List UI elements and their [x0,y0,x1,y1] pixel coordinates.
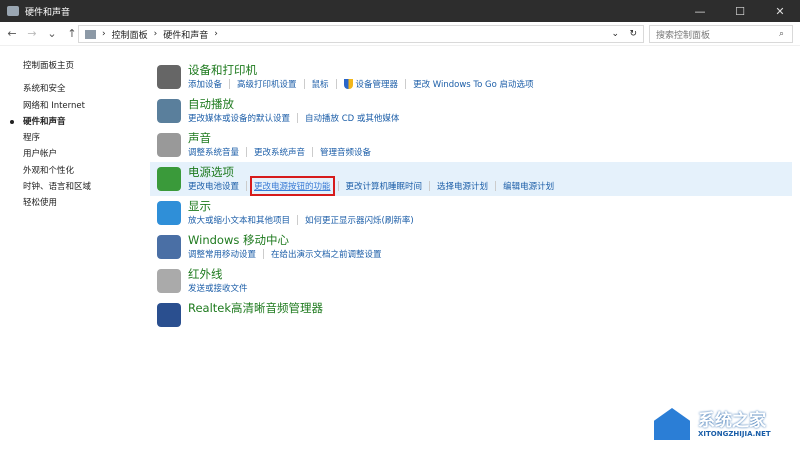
category-title[interactable]: 红外线 [188,266,223,282]
task-link[interactable]: 调整系统音量 [188,146,239,158]
category-monitor: 显示 放大或缩小文本和其他项目 如何更正显示器闪烁(刷新率) [150,196,792,230]
task-link[interactable]: 高级打印机设置 [237,78,297,90]
link-separator [246,147,248,157]
breadcrumb-separator: › [153,29,158,39]
close-button[interactable]: ✕ [760,0,800,22]
breadcrumb-control-panel[interactable]: 控制面板 [112,28,148,41]
address-bar[interactable]: › 控制面板 › 硬件和声音 › ⌄ ↻ [78,25,644,43]
link-separator [229,79,231,89]
task-link[interactable]: 更改计算机睡眠时间 [346,180,423,192]
task-link[interactable]: 放大或缩小文本和其他项目 [188,214,290,226]
sidebar-item-programs[interactable]: 程序 [23,130,91,146]
link-separator [263,249,265,259]
breadcrumb-separator[interactable]: › [214,29,218,39]
window-title: 硬件和声音 [25,7,71,18]
sidebar-item-user-accounts[interactable]: 用户帐户 [23,146,91,162]
task-link[interactable]: 更改电池设置 [188,180,239,192]
back-button[interactable]: ← [4,27,20,40]
link-separator [312,147,314,157]
link-separator [495,181,497,191]
task-link[interactable]: 调整常用移动设置 [188,248,256,260]
sidebar-item-ease-of-access[interactable]: 轻松使用 [23,195,91,211]
link-separator [429,181,431,191]
category-speaker: 声音 调整系统音量 更改系统声音 管理音频设备 [150,128,792,162]
task-link[interactable]: 更改电源按钮的功能 [250,176,335,196]
sidebar-item-hardware-sound[interactable]: 硬件和声音 [9,114,91,130]
search-icon[interactable]: ⌕ [779,29,784,39]
maximize-button[interactable]: ☐ [720,0,760,22]
sidebar-item-network[interactable]: 网络和 Internet [23,98,91,114]
category-autoplay: 自动播放 更改媒体或设备的默认设置 自动播放 CD 或其他媒体 [150,94,792,128]
infrared-icon[interactable] [157,269,181,293]
category-infrared: 红外线 发送或接收文件 [150,264,792,298]
breadcrumb-separator: › [102,29,106,39]
link-separator [297,215,299,225]
task-link[interactable]: 自动播放 CD 或其他媒体 [305,112,399,124]
task-link[interactable]: 在给出演示文档之前调整设置 [271,248,382,260]
title-bar: 硬件和声音 — ☐ ✕ [0,0,800,22]
printer-icon[interactable] [157,65,181,89]
watermark-name: 系统之家 [698,411,766,431]
address-row: ← → ⌄ ↑ › 控制面板 › 硬件和声音 › ⌄ ↻ 搜索控制面板 ⌕ [0,22,800,46]
task-link[interactable]: 更改媒体或设备的默认设置 [188,112,290,124]
task-link[interactable]: 更改系统声音 [254,146,305,158]
task-link[interactable]: 选择电源计划 [437,180,488,192]
sidebar-home-link[interactable]: 控制面板主页 [23,58,91,74]
link-separator [303,79,305,89]
sidebar-item-appearance[interactable]: 外观和个性化 [23,163,91,179]
recent-locations-button[interactable]: ⌄ [44,27,60,40]
category-mobility-center: Windows 移动中心 调整常用移动设置 在给出演示文档之前调整设置 [150,230,792,264]
category-printer: 设备和打印机 添加设备 高级打印机设置 鼠标 设备管理器 更改 Windows To Go… [150,60,792,94]
link-separator [337,181,339,191]
link-separator [246,181,248,191]
category-title[interactable]: 设备和打印机 [188,62,257,78]
mobility-center-icon[interactable] [157,235,181,259]
forward-button[interactable]: → [24,27,40,40]
window-icon [7,6,19,16]
realtek-icon[interactable] [157,303,181,327]
autoplay-icon[interactable] [157,99,181,123]
breadcrumb-hardware-sound[interactable]: 硬件和声音 [163,28,208,41]
link-separator [297,113,299,123]
category-power: 电源选项 更改电池设置 更改电源按钮的功能 更改计算机睡眠时间 选择电源计划 编辑电源计划 [150,162,792,196]
watermark-url: XITONGZHIJIA.NET [698,430,771,438]
task-link[interactable]: 发送或接收文件 [188,282,248,294]
task-link[interactable]: 编辑电源计划 [503,180,554,192]
category-title[interactable]: 显示 [188,198,211,214]
address-dropdown[interactable]: ⌄ [611,29,619,39]
control-panel-icon [85,29,96,39]
category-title[interactable]: Realtek高清晰音频管理器 [188,300,323,316]
monitor-icon[interactable] [157,201,181,225]
power-icon[interactable] [157,167,181,191]
link-separator [405,79,407,89]
category-title[interactable]: Windows 移动中心 [188,232,289,248]
task-link[interactable]: 管理音频设备 [320,146,371,158]
sidebar: 控制面板主页 系统和安全 网络和 Internet 硬件和声音 程序 用户帐户 … [9,58,91,212]
sidebar-item-system-security[interactable]: 系统和安全 [23,81,91,97]
uac-shield-icon [343,79,353,89]
minimize-button[interactable]: — [680,0,720,22]
sidebar-item-clock-region[interactable]: 时钟、语言和区域 [23,179,91,195]
search-input[interactable]: 搜索控制面板 ⌕ [649,25,793,43]
task-link[interactable]: 如何更正显示器闪烁(刷新率) [305,214,414,226]
task-link[interactable]: 添加设备 [188,78,222,90]
task-link[interactable]: 更改 Windows To Go 启动选项 [413,78,534,90]
task-link[interactable]: 设备管理器 [356,78,399,90]
house-logo-icon [654,408,690,440]
category-title[interactable]: 自动播放 [188,96,234,112]
refresh-button[interactable]: ↻ [629,29,637,39]
category-title[interactable]: 电源选项 [188,164,234,180]
category-title[interactable]: 声音 [188,130,211,146]
task-link[interactable]: 鼠标 [312,78,329,90]
link-separator [335,79,337,89]
watermark-logo: 系统之家 XITONGZHIJIA.NET [654,404,794,444]
speaker-icon[interactable] [157,133,181,157]
category-realtek: Realtek高清晰音频管理器 [150,298,792,332]
search-placeholder: 搜索控制面板 [656,30,711,41]
